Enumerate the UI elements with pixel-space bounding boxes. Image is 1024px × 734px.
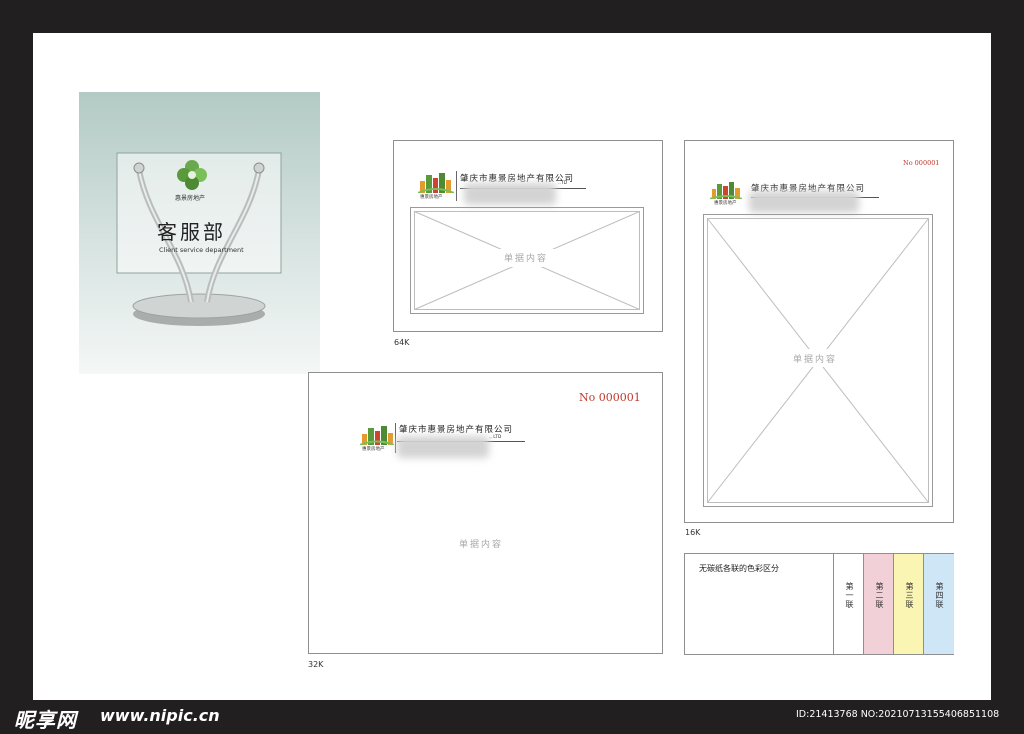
site-url: www.nipic.cn — [100, 706, 220, 725]
header-divider — [395, 423, 396, 453]
logo-caption: 惠景房地产 — [420, 195, 443, 200]
copy-column-4: 第四联 — [923, 554, 954, 654]
logo-caption: 惠景房地产 — [362, 447, 385, 452]
copy-label: 第四联 — [935, 582, 944, 609]
copy-color-legend: 无碳纸各联的色彩区分 第一联 第二联 第三联 第四联 — [684, 553, 954, 655]
sheet-64k: 惠景房地产 肇庆市惠景房地产有限公司 ..TD 单据内容 — [393, 140, 663, 332]
building-logo-icon — [360, 426, 394, 445]
legend-title: 无碳纸各联的色彩区分 — [699, 564, 779, 573]
content-label: 单据内容 — [504, 254, 549, 264]
signage-mockup: 惠景房地产 客服部 Client service department — [79, 92, 320, 374]
copy-column-1: 第一联 — [833, 554, 864, 654]
size-label-16k: 16K — [685, 528, 701, 537]
header-divider — [456, 171, 457, 201]
signage-company-name: 惠景房地产 — [175, 195, 206, 202]
copy-column-3: 第三联 — [893, 554, 924, 654]
content-label: 单据内容 — [459, 540, 504, 550]
company-english-name: ..TD — [558, 181, 568, 186]
building-logo-icon — [710, 182, 742, 199]
sheet-32k: No 000001 惠景房地产 肇庆市惠景房地产有限公司 ., LTD 单据内容 — [308, 372, 663, 654]
content-label: 单据内容 — [793, 355, 838, 365]
signage-dept-subtitle: Client service department — [159, 246, 244, 254]
building-logo-icon — [418, 173, 454, 193]
artboard: 惠景房地产 客服部 Client service department 惠景房地… — [33, 33, 991, 700]
size-label-64k: 64K — [394, 338, 410, 347]
logo-caption: 惠景房地产 — [714, 201, 737, 206]
receipt-number: No 000001 — [579, 391, 641, 404]
clover-logo-icon — [177, 160, 207, 190]
site-brand: 昵享网 — [14, 708, 77, 732]
image-id: ID:21413768 NO:20210713155406851108 — [796, 709, 1000, 720]
signage-dept-title: 客服部 — [157, 220, 226, 244]
redacted-text — [464, 183, 556, 205]
redacted-text — [397, 436, 489, 458]
redacted-text — [749, 191, 859, 213]
copy-label: 第二联 — [875, 582, 884, 609]
company-name: 肇庆市惠景房地产有限公司 — [399, 425, 514, 435]
copy-label: 第三联 — [905, 582, 914, 609]
size-label-32k: 32K — [308, 660, 324, 669]
receipt-number: No 000001 — [903, 159, 940, 167]
copy-column-2: 第二联 — [863, 554, 894, 654]
copy-label: 第一联 — [845, 582, 854, 609]
company-english-name: ., LTD — [489, 435, 502, 440]
sheet-16k: No 000001 惠景房地产 肇庆市惠景房地产有限公司 单据内容 — [684, 140, 954, 523]
